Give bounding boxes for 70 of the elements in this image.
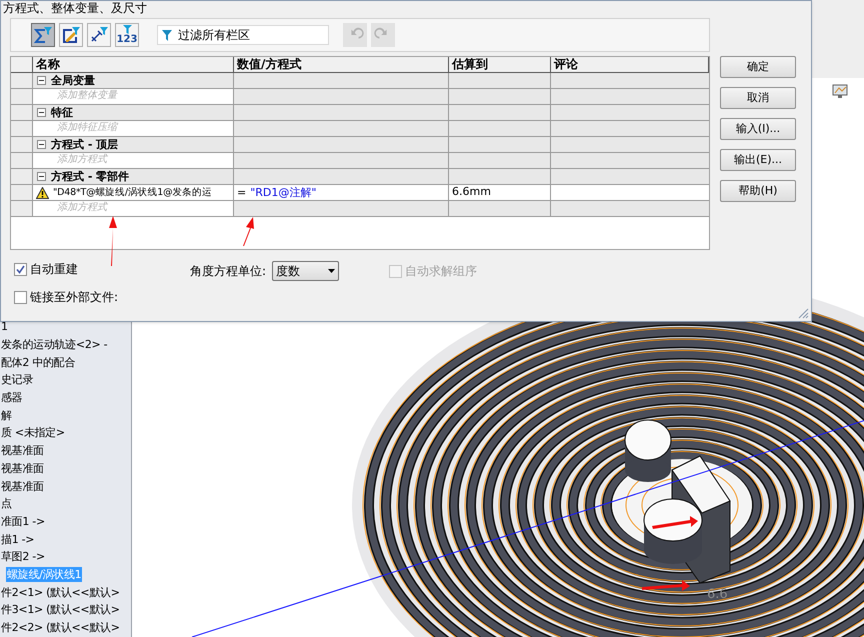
estimate-value: 6.6mm — [449, 185, 551, 201]
sketch-filter-icon — [61, 25, 81, 45]
view-orientation-icon[interactable] — [832, 84, 848, 99]
feature-tree-item[interactable]: 描1 -> — [0, 532, 36, 547]
feature-tree-item[interactable]: 点 — [0, 496, 13, 512]
feature-tree-item[interactable]: 解 — [0, 408, 13, 423]
column-header[interactable]: 估算到 — [449, 57, 551, 72]
feature-tree-item[interactable]: 草图2 -> — [0, 549, 46, 564]
dialog-button[interactable]: 输入(I)... — [720, 118, 796, 140]
equation-name[interactable]: "D48*T@螺旋线/涡状线1@发条的运 — [53, 186, 212, 200]
checkbox-label: 自动重建 — [30, 261, 78, 278]
feature-tree-item[interactable]: 件2<2> (默认<<默认> — [0, 620, 121, 636]
funnel-icon — [162, 30, 172, 41]
filter-field[interactable]: 过滤所有栏区 — [157, 25, 329, 45]
sigma-filter-icon — [33, 25, 53, 45]
feature-tree-item[interactable]: 配体2 中的配合 — [0, 354, 76, 370]
dialog-button[interactable]: 确定 — [720, 56, 796, 78]
dialog-button[interactable]: 帮助(H) — [720, 180, 796, 202]
filter-toggle-button[interactable] — [59, 23, 83, 47]
row-header-cell[interactable] — [11, 73, 33, 89]
dialog-button[interactable]: 输出(E)... — [720, 149, 796, 171]
dialog-title: 方程式、整体变量、及尺寸 — [2, 1, 148, 16]
group-label: 全局变量 — [51, 74, 95, 88]
collapse-toggle[interactable] — [37, 172, 46, 181]
row-header-cell[interactable] — [11, 137, 33, 153]
group-label: 方程式 - 顶层 — [51, 138, 118, 152]
group-label: 方程式 - 零部件 — [51, 170, 130, 184]
feature-tree-item[interactable]: 发条的运动轨迹<2> - — [0, 337, 108, 352]
angle-unit-dropdown[interactable]: 度数 — [272, 261, 340, 281]
equation-value[interactable]: "RD1@注解" — [250, 186, 316, 200]
dropdown-caret-icon — [328, 269, 336, 273]
checkmark-icon — [16, 264, 25, 274]
feature-tree-item[interactable]: 视基准面 — [0, 478, 45, 494]
column-header[interactable]: 评论 — [551, 57, 709, 72]
feature-tree-item[interactable]: 件2<1> (默认<<默认> — [0, 584, 121, 600]
filter-toggle-button[interactable] — [87, 23, 111, 47]
feature-tree-item[interactable]: 视基准面 — [0, 460, 45, 476]
row-header-cell[interactable] — [11, 169, 33, 185]
resize-grip-icon — [797, 307, 809, 319]
row-header-cell[interactable] — [11, 89, 33, 105]
row-header-cell[interactable] — [11, 121, 33, 137]
collapse-toggle[interactable] — [37, 76, 46, 85]
collapse-toggle[interactable] — [37, 140, 46, 149]
row-header-cell[interactable] — [11, 185, 33, 201]
feature-tree-item[interactable]: 史记录 — [0, 372, 34, 388]
checkbox[interactable] — [14, 262, 27, 276]
equals-sign: = — [237, 186, 246, 200]
checkbox-label: 链接至外部文件: — [30, 289, 118, 306]
feature-tree-item[interactable]: 感器 — [0, 390, 24, 406]
arrow-annotation — [109, 216, 117, 266]
arrow-annotation — [642, 580, 690, 591]
arrow-annotation — [652, 516, 698, 529]
feature-tree-item[interactable]: 视基准面 — [0, 443, 45, 458]
filter-toggle-button[interactable] — [31, 23, 55, 47]
feature-tree-item[interactable]: 准面1 -> — [0, 514, 46, 529]
dialog-button[interactable]: 取消 — [720, 87, 796, 109]
row-header-cell[interactable] — [11, 201, 33, 217]
arrow-annotation — [243, 217, 254, 246]
collapse-toggle[interactable] — [37, 108, 46, 117]
feature-tree-item[interactable]: 质 <未指定> — [0, 425, 66, 440]
column-header[interactable]: 名称 — [33, 57, 234, 72]
row-header-cell[interactable] — [11, 105, 33, 121]
checkbox-label: 自动求解组序 — [405, 263, 478, 280]
group-label: 特征 — [51, 106, 73, 120]
column-header[interactable]: 数值/方程式 — [234, 57, 449, 72]
angle-unit-label: 角度方程单位: — [190, 263, 266, 280]
feature-tree-item[interactable]: 件3<1> (默认<<默认> — [0, 602, 121, 618]
checkbox[interactable] — [14, 290, 27, 304]
feature-tree-item[interactable]: 1 — [0, 319, 9, 334]
row-header-cell[interactable] — [11, 153, 33, 169]
